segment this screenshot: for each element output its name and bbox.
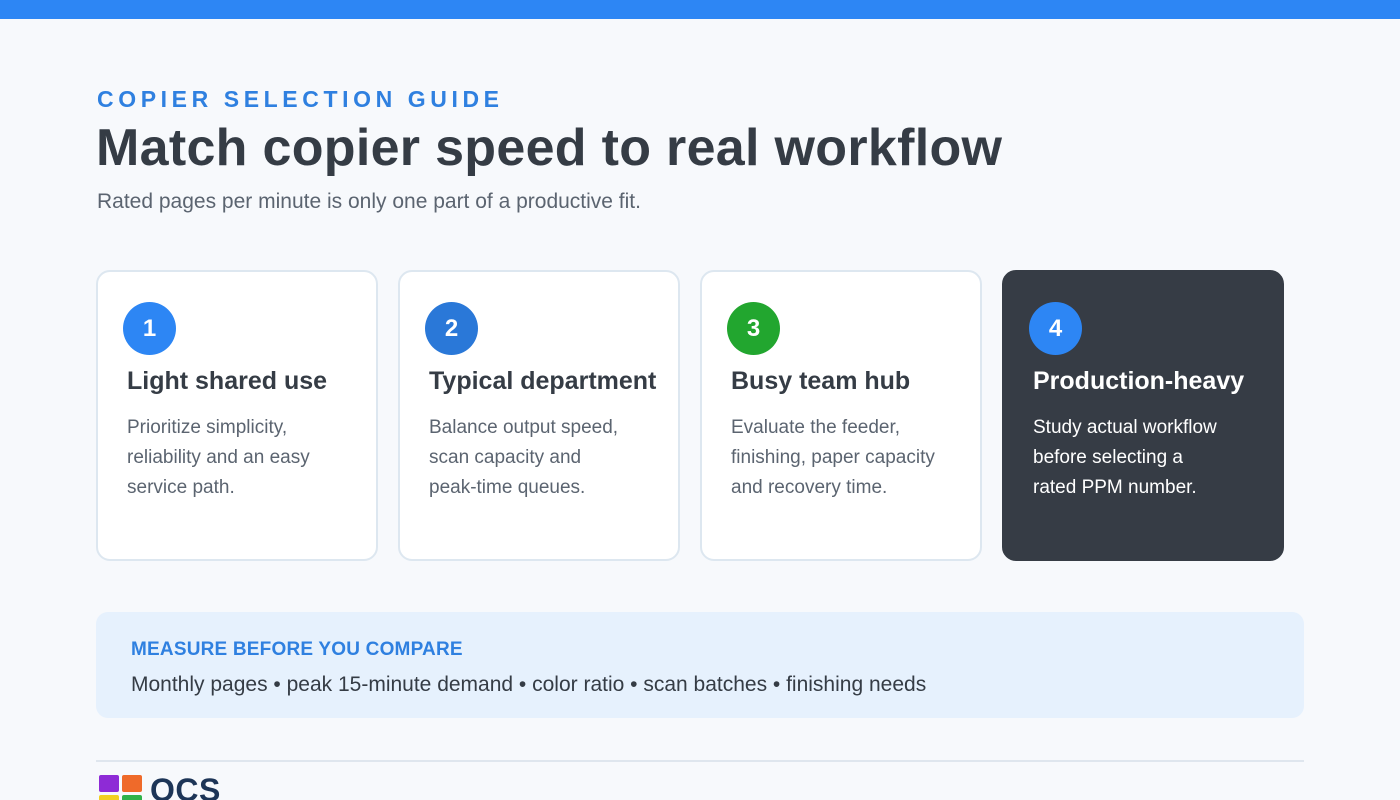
card-light-shared-use: 1 Light shared use Prioritize simplicity… [96, 270, 378, 561]
card-description-line: reliability and an easy [127, 447, 310, 468]
card-description: Evaluate the feeder, finishing, paper ca… [731, 413, 971, 503]
page-title: Match copier speed to real workflow [96, 119, 1003, 177]
card-title: Typical department [429, 367, 657, 395]
step-number-badge: 4 [1029, 302, 1082, 355]
card-description-line: and recovery time. [731, 477, 888, 498]
card-description-line: finishing, paper capacity [731, 447, 935, 468]
card-description-line: peak-time queues. [429, 477, 586, 498]
card-description: Study actual workflow before selecting a… [1033, 413, 1273, 503]
card-title: Busy team hub [731, 367, 911, 395]
footer-divider [96, 760, 1304, 762]
measure-label: MEASURE BEFORE YOU COMPARE [131, 639, 463, 660]
card-description: Balance output speed, scan capacity and … [429, 413, 669, 503]
eyebrow-label: COPIER SELECTION GUIDE [97, 86, 504, 112]
page-subtitle: Rated pages per minute is only one part … [97, 190, 641, 213]
card-description-line: scan capacity and [429, 447, 582, 468]
card-description-line: Balance output speed, [429, 417, 619, 438]
top-accent-bar [0, 0, 1400, 19]
card-busy-team-hub: 3 Busy team hub Evaluate the feeder, fin… [700, 270, 982, 561]
card-title: Light shared use [127, 367, 328, 395]
logo-wordmark: OCS [150, 774, 221, 800]
company-logo: OCS [99, 774, 259, 800]
card-description-line: service path. [127, 477, 235, 498]
card-description-line: before selecting a [1033, 447, 1183, 468]
card-typical-department: 2 Typical department Balance output spee… [398, 270, 680, 561]
card-description-line: Prioritize simplicity, [127, 417, 288, 438]
step-number-badge: 3 [727, 302, 780, 355]
card-description-line: Evaluate the feeder, [731, 417, 901, 438]
card-description-line: Study actual workflow [1033, 417, 1217, 438]
card-title: Production-heavy [1033, 367, 1245, 395]
colored-squares-logo-icon [99, 774, 143, 800]
step-number-badge: 1 [123, 302, 176, 355]
measure-checklist: Monthly pages • peak 15-minute demand • … [131, 673, 927, 696]
card-description: Prioritize simplicity, reliability and a… [127, 413, 367, 503]
card-description-line: rated PPM number. [1033, 477, 1197, 498]
step-number-badge: 2 [425, 302, 478, 355]
measure-callout: MEASURE BEFORE YOU COMPARE Monthly pages… [96, 612, 1304, 718]
card-production-heavy: 4 Production-heavy Study actual workflow… [1002, 270, 1284, 561]
